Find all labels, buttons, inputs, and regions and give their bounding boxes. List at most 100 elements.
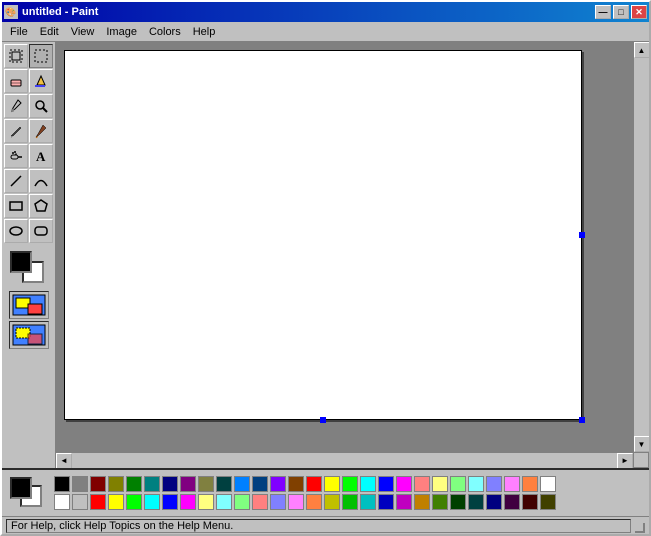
resize-handle-br[interactable] [579, 417, 585, 423]
resize-handle-r[interactable] [579, 232, 585, 238]
color-swatch[interactable] [342, 476, 358, 492]
tool-eraser[interactable] [4, 69, 28, 93]
paint-canvas[interactable] [64, 50, 582, 420]
color-swatch[interactable] [288, 476, 304, 492]
color-swatch[interactable] [72, 494, 88, 510]
color-swatch[interactable] [450, 494, 466, 510]
scroll-down-button[interactable]: ▼ [634, 436, 650, 452]
color-swatch[interactable] [216, 476, 232, 492]
color-swatch[interactable] [126, 494, 142, 510]
tool-rect[interactable] [4, 194, 28, 218]
color-swatch[interactable] [540, 476, 556, 492]
color-swatch[interactable] [90, 494, 106, 510]
color-swatch[interactable] [324, 494, 340, 510]
tool-free-select[interactable] [4, 44, 28, 68]
tool-airbrush[interactable] [4, 144, 28, 168]
color-swatch[interactable] [54, 476, 70, 492]
color-swatch[interactable] [162, 494, 178, 510]
palette-foreground-swatch[interactable] [10, 477, 32, 499]
maximize-button[interactable]: □ [613, 5, 629, 19]
color-swatch[interactable] [342, 494, 358, 510]
color-swatch[interactable] [72, 476, 88, 492]
color-swatch[interactable] [198, 494, 214, 510]
color-swatch[interactable] [360, 476, 376, 492]
resize-grip[interactable] [635, 523, 645, 533]
canvas-scroll-row: ▲ ▼ [56, 42, 649, 452]
color-swatch[interactable] [162, 476, 178, 492]
tool-rect-select[interactable] [29, 44, 53, 68]
color-swatch[interactable] [360, 494, 376, 510]
color-swatch[interactable] [306, 494, 322, 510]
color-swatch[interactable] [180, 494, 196, 510]
color-swatch[interactable] [540, 494, 556, 510]
tool-line[interactable] [4, 169, 28, 193]
menu-edit[interactable]: Edit [34, 24, 65, 40]
menu-view[interactable]: View [65, 24, 101, 40]
tool-foreground-color[interactable] [10, 251, 32, 273]
color-swatch[interactable] [486, 476, 502, 492]
color-swatch[interactable] [396, 494, 412, 510]
color-swatch[interactable] [252, 494, 268, 510]
tool-eyedropper[interactable] [4, 94, 28, 118]
color-swatch[interactable] [216, 494, 232, 510]
status-help-text: For Help, click Help Topics on the Help … [11, 520, 233, 532]
tool-ellipse[interactable] [4, 219, 28, 243]
color-swatch[interactable] [522, 476, 538, 492]
color-swatch[interactable] [144, 476, 160, 492]
color-swatch[interactable] [90, 476, 106, 492]
color-swatch[interactable] [144, 494, 160, 510]
tool-curve[interactable] [29, 169, 53, 193]
canvas-area[interactable] [56, 42, 633, 452]
color-swatch[interactable] [54, 494, 70, 510]
color-swatch[interactable] [198, 476, 214, 492]
color-swatch[interactable] [504, 476, 520, 492]
scroll-right-button[interactable]: ► [617, 453, 633, 469]
tool-brush[interactable] [29, 119, 53, 143]
menu-image[interactable]: Image [100, 24, 143, 40]
menu-file[interactable]: File [4, 24, 34, 40]
color-swatch[interactable] [234, 476, 250, 492]
tool-polygon[interactable] [29, 194, 53, 218]
color-swatch[interactable] [486, 494, 502, 510]
color-swatch[interactable] [450, 476, 466, 492]
resize-handle-b[interactable] [320, 417, 326, 423]
color-swatch[interactable] [378, 476, 394, 492]
color-swatch[interactable] [108, 494, 124, 510]
tool-pencil[interactable] [4, 119, 28, 143]
color-swatch[interactable] [468, 476, 484, 492]
color-swatch[interactable] [234, 494, 250, 510]
color-swatch[interactable] [270, 476, 286, 492]
color-swatch[interactable] [288, 494, 304, 510]
color-swatch[interactable] [126, 476, 142, 492]
tool-rounded-rect[interactable] [29, 219, 53, 243]
color-swatch[interactable] [468, 494, 484, 510]
color-swatch[interactable] [252, 476, 268, 492]
tool-text[interactable]: A [29, 144, 53, 168]
menu-help[interactable]: Help [187, 24, 222, 40]
color-swatch[interactable] [432, 494, 448, 510]
tool-magnify[interactable] [29, 94, 53, 118]
minimize-button[interactable]: — [595, 5, 611, 19]
scroll-left-button[interactable]: ◄ [56, 453, 72, 469]
color-swatch[interactable] [396, 476, 412, 492]
color-swatch[interactable] [180, 476, 196, 492]
color-swatch[interactable] [432, 476, 448, 492]
color-swatch[interactable] [414, 494, 430, 510]
main-scroll-area: ▲ ▼ ◄ ► [56, 42, 649, 468]
scrollbar-horizontal-row: ◄ ► [56, 452, 649, 468]
scrollbar-horizontal: ◄ ► [56, 452, 633, 468]
color-swatch[interactable] [522, 494, 538, 510]
color-swatch[interactable] [414, 476, 430, 492]
color-swatch[interactable] [324, 476, 340, 492]
color-swatch[interactable] [378, 494, 394, 510]
tool-special-1[interactable] [9, 291, 49, 319]
color-swatch[interactable] [504, 494, 520, 510]
scroll-up-button[interactable]: ▲ [634, 42, 650, 58]
tool-special-2[interactable] [9, 321, 49, 349]
color-swatch[interactable] [306, 476, 322, 492]
menu-colors[interactable]: Colors [143, 24, 187, 40]
tool-fill[interactable] [29, 69, 53, 93]
close-button[interactable]: ✕ [631, 5, 647, 19]
color-swatch[interactable] [108, 476, 124, 492]
color-swatch[interactable] [270, 494, 286, 510]
